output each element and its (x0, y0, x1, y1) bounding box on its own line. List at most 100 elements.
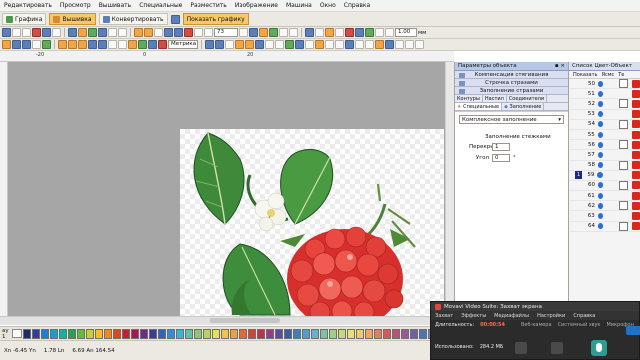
thread-swatch[interactable] (220, 328, 229, 339)
toolbar-button[interactable] (58, 40, 67, 49)
toolbar-button[interactable] (375, 28, 384, 37)
thread-swatch[interactable] (58, 328, 67, 339)
convert-tab[interactable]: Конвертировать (98, 13, 168, 25)
checkbox-icon[interactable] (619, 221, 628, 231)
thread-swatch[interactable] (337, 328, 346, 339)
color-row[interactable]: 55 (569, 130, 640, 141)
toolbar-button[interactable] (345, 40, 354, 49)
microphone-button[interactable] (591, 340, 607, 356)
system-sound-button[interactable] (551, 342, 563, 354)
toolbar-button[interactable] (22, 40, 31, 49)
tab-outlines[interactable]: Контуры (455, 95, 483, 102)
color-row[interactable]: 52 (569, 99, 640, 110)
thread-swatch[interactable] (112, 328, 121, 339)
thread-swatch[interactable] (229, 328, 238, 339)
capture-tab[interactable]: Захват (435, 313, 453, 319)
bar-pull-compensation[interactable]: Компенсация стягивания (455, 71, 568, 79)
toolbar-button[interactable] (164, 28, 173, 37)
checkbox-icon[interactable] (619, 201, 628, 211)
color-row[interactable]: 61 (569, 191, 640, 202)
toolbar-icon[interactable] (170, 14, 180, 24)
toolbar-button[interactable] (275, 40, 284, 49)
toolbar-button[interactable] (204, 28, 213, 37)
bar-rhinestone-run[interactable]: Строчка стразами (455, 79, 568, 87)
webcam-button[interactable] (515, 342, 527, 354)
toolbar-button[interactable] (235, 40, 244, 49)
color-row[interactable]: 53 (569, 110, 640, 120)
toolbar-button[interactable] (52, 28, 61, 37)
toolbar-button[interactable] (269, 28, 278, 37)
toolbar-button[interactable] (78, 28, 87, 37)
thread-swatch[interactable] (355, 328, 364, 339)
color-row[interactable]: 60 (569, 180, 640, 192)
color-row[interactable]: 58 (569, 160, 640, 171)
toolbar-button[interactable] (315, 28, 324, 37)
toolbar-button[interactable] (98, 40, 107, 49)
toolbar-button[interactable] (148, 40, 157, 49)
capture-tab[interactable]: Эффекты (461, 313, 486, 319)
thread-swatch[interactable] (274, 328, 283, 339)
thread-swatch[interactable] (328, 328, 337, 339)
toolbar-button[interactable] (289, 28, 298, 37)
menu-item[interactable]: Просмотр (56, 2, 95, 9)
toolbar-button[interactable] (265, 40, 274, 49)
toolbar-button[interactable] (118, 40, 127, 49)
checkbox-icon[interactable] (619, 180, 628, 190)
toolbar-button[interactable] (118, 28, 127, 37)
color-row[interactable]: 56 (569, 140, 640, 151)
start-capture-button[interactable] (626, 326, 640, 335)
tab-connectors[interactable]: Соединители (507, 95, 548, 102)
toolbar-button[interactable] (215, 40, 224, 49)
toolbar-button[interactable] (184, 28, 193, 37)
thread-swatch[interactable] (346, 328, 355, 339)
color-row[interactable]: 62 (569, 201, 640, 212)
checkbox-icon[interactable] (619, 99, 628, 109)
toolbar-button[interactable] (154, 28, 163, 37)
thread-swatch[interactable] (94, 328, 103, 339)
horizontal-scroll-thumb[interactable] (210, 318, 280, 323)
vertical-scrollbar[interactable] (445, 62, 454, 316)
tab-special[interactable]: ★ Специальные (455, 103, 503, 110)
thread-swatch[interactable] (31, 328, 40, 339)
thread-swatch[interactable] (256, 328, 265, 339)
column-show[interactable]: Показать (573, 72, 598, 78)
thread-swatch[interactable] (175, 328, 184, 339)
bar-rhinestone-fill[interactable]: Заполнение стразами (455, 87, 568, 95)
thread-swatch[interactable] (292, 328, 301, 339)
thread-swatch[interactable] (139, 328, 148, 339)
units-select[interactable]: Метрика (168, 40, 198, 49)
column-hex[interactable]: Ясмс (602, 72, 615, 78)
checkbox-icon[interactable] (619, 119, 628, 129)
toolbar-button[interactable] (245, 40, 254, 49)
color-row[interactable]: 51 (569, 89, 640, 100)
toolbar-button[interactable] (335, 28, 344, 37)
pin-icon[interactable]: ▪ × (555, 63, 565, 69)
toolbar-button[interactable] (32, 40, 41, 49)
toolbar-button[interactable] (12, 28, 21, 37)
toolbar-button[interactable] (285, 40, 294, 49)
thread-swatch[interactable] (247, 328, 256, 339)
thread-swatch[interactable] (67, 328, 76, 339)
fill-type-select[interactable]: Комплексное заполнение ▾ (459, 115, 564, 124)
thread-swatch[interactable] (202, 328, 211, 339)
toolbar-button[interactable] (249, 28, 258, 37)
toolbar-button[interactable] (315, 40, 324, 49)
toolbar-button[interactable] (355, 28, 364, 37)
color-row[interactable]: 64 (569, 221, 640, 232)
toolbar-button[interactable] (12, 40, 21, 49)
checkbox-icon[interactable] (619, 140, 628, 150)
capture-tab[interactable]: Справка (573, 313, 595, 319)
toolbar-button[interactable] (295, 40, 304, 49)
toolbar-button[interactable] (68, 28, 77, 37)
toolbar-button[interactable] (2, 40, 11, 49)
toolbar-button[interactable] (68, 40, 77, 49)
toolbar-button[interactable] (42, 28, 51, 37)
thread-swatch[interactable] (184, 328, 193, 339)
thread-swatch[interactable] (319, 328, 328, 339)
menu-item[interactable]: Справка (340, 2, 374, 9)
capture-tab[interactable]: Настройки (537, 313, 565, 319)
toolbar-button[interactable] (365, 28, 374, 37)
thread-swatch[interactable] (49, 328, 58, 339)
toolbar-button[interactable] (239, 28, 248, 37)
toolbar-button[interactable] (225, 40, 234, 49)
